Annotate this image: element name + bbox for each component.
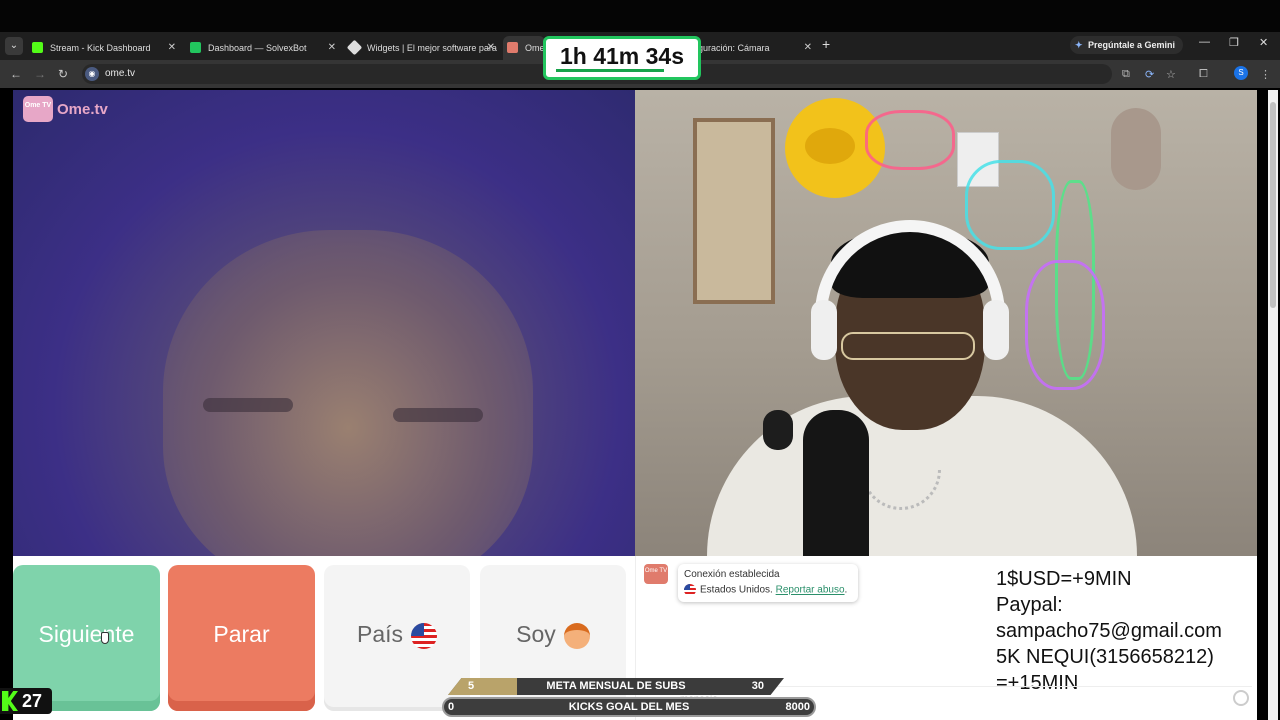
country-label: País bbox=[356, 621, 404, 647]
ometv-favicon-icon bbox=[507, 42, 518, 53]
gender-label: Soy bbox=[516, 621, 556, 647]
report-abuse-link[interactable]: Reportar abuso bbox=[776, 585, 845, 596]
notice-country-line: Estados Unidos. Reportar abuso. bbox=[684, 584, 852, 596]
self-video bbox=[635, 90, 1257, 556]
parar-label: Parar bbox=[213, 621, 270, 647]
ometv-logo-icon: Ome TV bbox=[23, 96, 53, 122]
ometv-page: Ome TV Ome.tv Siguiente Parar País Soy O… bbox=[13, 90, 1257, 720]
donation-line: 5K NEQUI(3156658212) bbox=[996, 646, 1214, 668]
kick-count: 27 bbox=[22, 691, 43, 711]
stranger-video: Ome TV Ome.tv bbox=[13, 90, 635, 556]
restore-icon[interactable]: ❐ bbox=[1229, 36, 1239, 49]
microphone bbox=[803, 410, 869, 556]
mouse-cursor-icon bbox=[101, 632, 109, 644]
profile-avatar[interactable]: S bbox=[1234, 66, 1248, 80]
tab-solvexbot[interactable]: Dashboard — SolvexBot ✕ bbox=[186, 36, 338, 60]
connection-notice: Conexión establecida Estados Unidos. Rep… bbox=[678, 564, 858, 602]
siguiente-label: Siguiente bbox=[38, 621, 135, 647]
tab-label: Ome bbox=[525, 43, 545, 53]
new-tab-icon[interactable]: + bbox=[822, 36, 830, 52]
close-tab-icon[interactable]: ✕ bbox=[487, 36, 495, 60]
translate-icon[interactable]: ⧉ bbox=[1122, 68, 1130, 81]
mic-arm bbox=[763, 410, 793, 450]
tab-kick-dashboard[interactable]: Stream - Kick Dashboard ✕ bbox=[28, 36, 178, 60]
gemini-button[interactable]: ✦ Pregúntale a Gemini bbox=[1070, 36, 1184, 54]
subs-goal-bar: 5 META MENSUAL DE SUBS 30 bbox=[448, 678, 784, 695]
close-window-icon[interactable]: ✕ bbox=[1259, 36, 1268, 49]
tab-widgets[interactable]: Widgets | El mejor software para ✕ bbox=[345, 36, 497, 60]
back-icon[interactable]: ← bbox=[10, 67, 22, 81]
timer-text: 1h 41m 34s bbox=[559, 43, 685, 69]
donation-line: 1$USD=+9MIN bbox=[996, 568, 1132, 590]
tab-label: Dashboard — SolvexBot bbox=[208, 43, 307, 53]
donation-overlay: 1$USD=+9MIN Paypal: sampacho75@gmail.com… bbox=[996, 566, 1256, 696]
stranger-brow-left bbox=[203, 398, 293, 412]
yellow-hat-crown bbox=[805, 128, 855, 164]
notice-period: . bbox=[844, 584, 848, 596]
emoji-smiley-icon[interactable] bbox=[1233, 690, 1249, 706]
gemini-label: Pregúntale a Gemini bbox=[1088, 40, 1176, 50]
notice-title: Conexión establecida bbox=[684, 569, 780, 580]
page-scrollbar[interactable] bbox=[1268, 90, 1278, 720]
stranger-brow-right bbox=[393, 408, 483, 422]
tab-ometv[interactable]: Ome bbox=[503, 36, 545, 60]
kick-viewer-badge: 27 bbox=[0, 688, 52, 714]
close-tab-icon[interactable]: ✕ bbox=[168, 36, 176, 60]
kicks-goal-label: KICKS GOAL DEL MES bbox=[568, 701, 690, 713]
us-flag-small-icon bbox=[684, 584, 696, 596]
subs-goal-target: 30 bbox=[751, 680, 764, 692]
chat-ometv-icon: Ome TV bbox=[644, 564, 668, 584]
donation-line: Paypal: bbox=[996, 594, 1063, 616]
reload-icon[interactable]: ↻ bbox=[58, 67, 68, 81]
kick-logo-icon bbox=[2, 691, 18, 711]
donation-line: sampacho75@gmail.com bbox=[996, 620, 1222, 642]
close-tab-icon[interactable]: ✕ bbox=[804, 36, 812, 60]
neon-light bbox=[965, 160, 1055, 250]
us-flag-icon bbox=[411, 622, 438, 649]
kick-favicon-icon bbox=[32, 42, 43, 53]
widgets-favicon-icon bbox=[346, 39, 363, 56]
forward-icon[interactable]: → bbox=[34, 67, 46, 81]
gemini-spark-icon: ✦ bbox=[1075, 40, 1083, 50]
top-black-band bbox=[0, 0, 1280, 32]
timer-progress-bar bbox=[556, 69, 664, 72]
boy-emoji-icon bbox=[563, 622, 590, 649]
country-button[interactable]: País bbox=[324, 565, 470, 711]
stranger-face bbox=[163, 230, 533, 556]
menu-kebab-icon[interactable]: ⋮ bbox=[1260, 68, 1271, 81]
close-tab-icon[interactable]: ✕ bbox=[328, 36, 336, 60]
wall-frame bbox=[693, 118, 775, 304]
headphone-earcup-right bbox=[983, 300, 1009, 360]
glasses bbox=[841, 332, 975, 360]
extensions-icon[interactable]: ⧠ bbox=[1199, 68, 1208, 81]
cast-icon[interactable]: ⟳ bbox=[1145, 68, 1154, 81]
notice-country: Estados Unidos. bbox=[700, 584, 773, 596]
url-text: ome.tv bbox=[105, 68, 136, 79]
neon-light bbox=[1025, 260, 1105, 390]
tab-label: Widgets | El mejor software para bbox=[367, 43, 497, 53]
chat-panel: Ome TV Conexión establecida Estados Unid… bbox=[635, 556, 1257, 720]
tab-search-button[interactable]: ⌄ bbox=[5, 37, 23, 55]
tab-label: Stream - Kick Dashboard bbox=[50, 43, 151, 53]
minimize-icon[interactable]: — bbox=[1199, 36, 1210, 48]
bookmark-star-icon[interactable]: ☆ bbox=[1166, 68, 1176, 81]
tab-label: guración: Cámara bbox=[698, 43, 770, 53]
ometv-logo-text: Ome.tv bbox=[57, 101, 108, 118]
neon-light bbox=[865, 110, 955, 170]
stream-timer: 1h 41m 34s bbox=[543, 36, 701, 80]
wall-cap bbox=[1111, 108, 1161, 190]
headphone-earcup-left bbox=[811, 300, 837, 360]
kicks-goal-target: 8000 bbox=[785, 701, 810, 713]
site-info-icon[interactable]: ◉ bbox=[85, 67, 99, 81]
kicks-goal-bar: 0 KICKS GOAL DEL MES 8000 bbox=[442, 697, 816, 717]
solvexbot-favicon-icon bbox=[190, 42, 201, 53]
scrollbar-thumb[interactable] bbox=[1270, 102, 1276, 308]
subs-goal-label: META MENSUAL DE SUBS bbox=[546, 680, 686, 692]
parar-button[interactable]: Parar bbox=[168, 565, 315, 711]
